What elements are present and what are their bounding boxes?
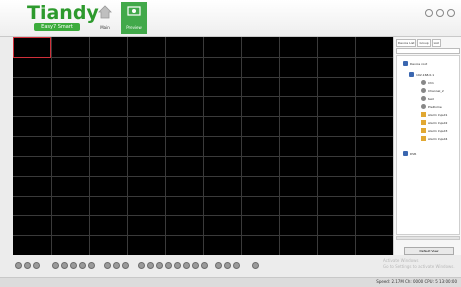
camera-icon [421, 104, 426, 109]
toolbar-button[interactable] [252, 262, 259, 269]
device-panel: Device List Group List Device root 192.16… [393, 37, 461, 255]
tree-item[interactable]: Alarm Input2 [421, 119, 447, 126]
tree-item-label: PreDome [428, 104, 442, 109]
toolbar-button[interactable] [33, 262, 40, 269]
tree-scrollbar[interactable] [396, 236, 460, 240]
camera-icon [421, 96, 426, 101]
toolbar-button[interactable] [147, 262, 154, 269]
tiandy-logo: Tiandy Easy7 Smart [27, 2, 99, 33]
toolbar-button[interactable] [88, 262, 95, 269]
toolbar-button[interactable] [165, 262, 172, 269]
camera-icon [421, 80, 426, 85]
alarm-icon [421, 120, 426, 125]
device-tree: Device root 192.168.0.1 Ch1 Channel_2test Pr… [396, 55, 460, 235]
alarm-icon [421, 128, 426, 133]
toolbar-button[interactable] [122, 262, 129, 269]
window-controls [425, 9, 455, 17]
tree-item-label: Alarm Input2 [428, 120, 448, 125]
bottom-toolbar: Activate Windows Go to Settings to activ… [0, 255, 461, 277]
nav-preview-button[interactable]: Preview [121, 2, 147, 34]
toolbar-button[interactable] [52, 262, 59, 269]
tree-item-label: Alarm Input4 [428, 136, 448, 141]
toolbar-button[interactable] [174, 262, 181, 269]
toolbar-button[interactable] [156, 262, 163, 269]
toolbar-button[interactable] [79, 262, 86, 269]
tree-item-label: Channel_2 [428, 88, 444, 93]
toolbar-button[interactable] [61, 262, 68, 269]
settings-icon[interactable] [425, 9, 433, 17]
camera-icon [421, 88, 426, 93]
tree-item-label: DVR [410, 151, 417, 156]
nav-home-label: Main [100, 25, 110, 30]
tree-item[interactable]: 192.168.0.1 [409, 71, 434, 78]
toolbar-button[interactable] [138, 262, 145, 269]
tree-item-label: Alarm Input1 [428, 112, 448, 117]
tree-item[interactable]: Alarm Input3 [421, 127, 447, 134]
computer-icon [403, 151, 408, 156]
tree-item[interactable]: DVR [403, 150, 416, 157]
tab-list[interactable]: List [431, 39, 441, 47]
tree-item-label: test [428, 96, 434, 101]
toolbar-button[interactable] [233, 262, 240, 269]
device-search-input[interactable] [396, 48, 460, 54]
toolbar-button[interactable] [192, 262, 199, 269]
minimize-icon[interactable] [436, 9, 444, 17]
tree-item[interactable]: Channel_2 [421, 87, 444, 94]
tree-item[interactable]: Device root [403, 60, 427, 67]
tree-item[interactable]: Ch1 [421, 79, 434, 86]
logo-subtitle: Easy7 Smart [34, 23, 80, 31]
default-view-button[interactable]: Default View [404, 247, 454, 255]
tree-item-label: 192.168.0.1 [416, 72, 435, 77]
top-bar: Tiandy Easy7 Smart Main Preview [0, 0, 461, 37]
tab-group[interactable]: Group [417, 39, 431, 47]
toolbar-button[interactable] [70, 262, 77, 269]
tree-item-label: Device root [410, 61, 428, 66]
nav-home-button[interactable]: Main [92, 2, 118, 34]
nav-preview-label: Preview [126, 25, 142, 30]
tree-item[interactable]: Alarm Input1 [421, 111, 447, 118]
toolbar-button[interactable] [104, 262, 111, 269]
toolbar-button[interactable] [224, 262, 231, 269]
tree-item-label: Alarm Input3 [428, 128, 448, 133]
selected-video-cell[interactable] [13, 37, 51, 58]
toolbar-button[interactable] [215, 262, 222, 269]
video-grid[interactable] [13, 37, 393, 255]
watermark-line1: Activate Windows [383, 258, 419, 263]
home-icon [98, 5, 112, 19]
tree-item[interactable]: PreDome [421, 103, 442, 110]
tree-item-label: Ch1 [428, 80, 434, 85]
toolbar-button[interactable] [24, 262, 31, 269]
alarm-icon [421, 112, 426, 117]
alarm-icon [421, 136, 426, 141]
logo-text: Tiandy [27, 2, 99, 24]
preview-icon [127, 6, 141, 16]
panel-tabs: Device List Group List [396, 39, 460, 47]
tree-item[interactable]: Alarm Input4 [421, 135, 447, 142]
tree-item[interactable]: test [421, 95, 434, 102]
toolbar-button[interactable] [15, 262, 22, 269]
computer-icon [403, 61, 408, 66]
toolbar-button[interactable] [201, 262, 208, 269]
status-text: Speed: 2.17M Ch: 0000 CPU: 5 13:00:00 [376, 279, 457, 284]
toolbar-button[interactable] [183, 262, 190, 269]
toolbar-button[interactable] [113, 262, 120, 269]
close-icon[interactable] [447, 9, 455, 17]
tab-device-list[interactable]: Device List [396, 39, 417, 47]
video-grid-lines [13, 37, 393, 255]
computer-icon [409, 72, 414, 77]
watermark-line2: Go to Settings to activate Windows. [383, 264, 455, 269]
